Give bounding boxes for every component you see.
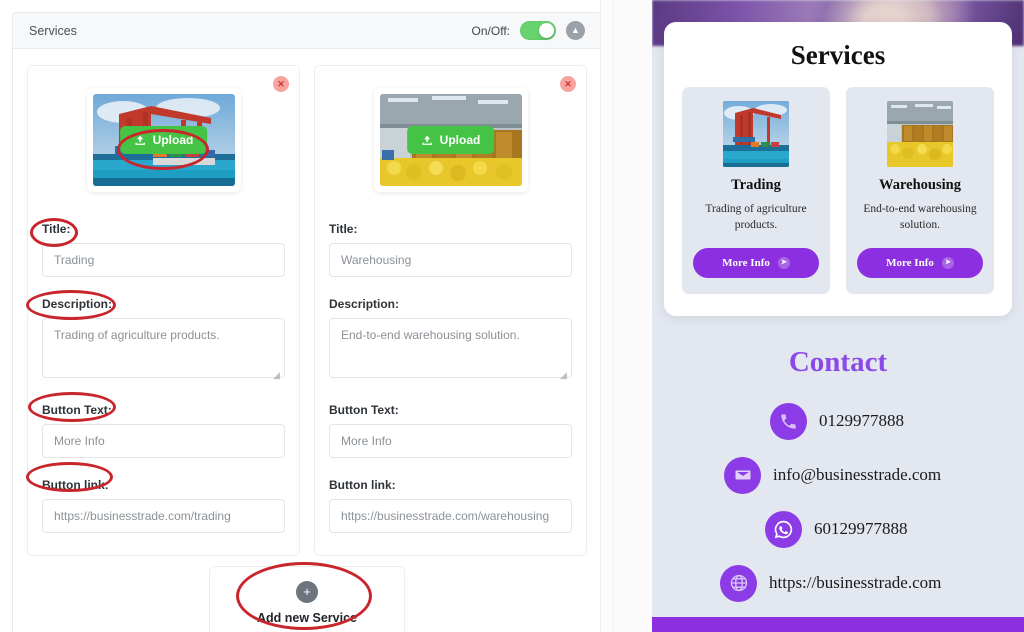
preview-cards-row: Trading Trading of agriculture products.… (682, 87, 994, 294)
description-label: Description: (329, 297, 400, 311)
preview-service-description: Trading of agriculture products. (705, 203, 807, 231)
description-wrapper: ◢ (42, 318, 285, 383)
button-text-label: Button Text: (42, 403, 112, 417)
preview-more-info-label: More Info (722, 256, 770, 269)
section-onoff-toggle[interactable] (520, 21, 556, 40)
button-text-input[interactable] (329, 424, 572, 458)
preview-more-info-button[interactable]: More Info ➤ (693, 247, 819, 278)
preview-service-card: Warehousing End-to-end warehousing solut… (846, 87, 994, 294)
warehouse-image (887, 101, 953, 167)
description-textarea[interactable] (329, 318, 572, 378)
preview-service-name: Trading (731, 177, 781, 193)
upload-button-label: Upload (152, 133, 194, 147)
panel-divider (600, 0, 652, 632)
footer-bar (652, 617, 1024, 632)
description-textarea[interactable] (42, 318, 285, 378)
whatsapp-icon (765, 510, 802, 548)
preview-service-image (887, 101, 953, 167)
contact-list: 0129977888 info@businesstrade.com 601299… (652, 394, 1024, 610)
close-icon[interactable]: ✕ (560, 76, 576, 92)
upload-button-label: Upload (439, 133, 481, 147)
arrow-up-icon[interactable]: ▲ (566, 21, 585, 40)
editor-card: Services On/Off: ▲ ✕ Upload Title: Tradi… (12, 12, 600, 632)
preview-service-description: End-to-end warehousing solution. (863, 203, 977, 231)
upload-icon (134, 135, 145, 145)
contact-value-whatsapp: 60129977888 (814, 519, 908, 538)
arrow-right-icon: ➤ (777, 256, 790, 269)
description-wrapper: ◢ (329, 318, 572, 383)
contact-section-title: Contact (788, 346, 888, 378)
editor-panel-header: Services On/Off: ▲ (13, 13, 600, 49)
upload-button[interactable]: Upload (406, 126, 495, 154)
add-new-service-label: Add new Service (256, 611, 358, 625)
preview-service-name: Warehousing (879, 177, 961, 193)
button-link-input[interactable] (42, 499, 285, 533)
service-card: ✕ (27, 65, 300, 556)
arrow-right-icon: ➤ (941, 256, 954, 269)
button-link-label: Button link: (329, 478, 396, 492)
contact-row-whatsapp[interactable]: 60129977888 (652, 502, 1024, 556)
close-icon[interactable]: ✕ (273, 76, 289, 92)
title-input[interactable] (42, 243, 285, 277)
contact-row-email[interactable]: info@businesstrade.com (652, 448, 1024, 502)
title-input[interactable] (329, 243, 572, 277)
title-label: Title: (329, 222, 358, 236)
contact-value-website: https://businesstrade.com (769, 573, 942, 592)
add-new-service-button[interactable]: + Add new Service (209, 566, 405, 632)
app-screen: Services On/Off: ▲ ✕ Upload Title: Tradi… (0, 0, 1024, 632)
upload-icon (421, 135, 432, 145)
preview-services-section: Services Trading Trading of agriculture … (664, 22, 1012, 316)
contact-row-website[interactable]: https://businesstrade.com (652, 556, 1024, 610)
contact-row-phone[interactable]: 0129977888 (652, 394, 1024, 448)
button-link-input[interactable] (329, 499, 572, 533)
services-editor-panel: Services On/Off: ▲ ✕ Upload Title: Tradi… (0, 0, 600, 632)
toggle-knob (539, 23, 554, 38)
image-upload-area[interactable]: Upload (86, 88, 241, 192)
service-card: ✕ (314, 65, 587, 556)
plus-icon: + (296, 581, 318, 603)
port-crane-image (723, 101, 789, 167)
site-preview-panel: Services Trading Trading of agriculture … (652, 0, 1024, 632)
button-text-label: Button Text: (329, 403, 399, 417)
description-label: Description: (42, 297, 113, 311)
service-cards-row: ✕ Upload Title: Trading Description: Tra… (13, 49, 600, 556)
add-service-row: + Add new Service (13, 556, 600, 632)
button-link-label: Button link: (42, 478, 109, 492)
contact-value-email: info@businesstrade.com (773, 465, 942, 484)
preview-service-card: Trading Trading of agriculture products.… (682, 87, 830, 294)
email-icon (724, 456, 761, 494)
preview-service-image (723, 101, 789, 167)
title-label: Title: (42, 222, 71, 236)
phone-icon (770, 402, 807, 440)
panel-header-controls: On/Off: ▲ (472, 21, 585, 40)
contact-value-phone: 0129977888 (819, 411, 904, 430)
panel-title: Services (29, 23, 77, 38)
upload-button[interactable]: Upload (119, 126, 208, 154)
onoff-label: On/Off: (471, 23, 510, 38)
preview-section-title: Services (790, 40, 886, 70)
button-text-input[interactable] (42, 424, 285, 458)
globe-icon (720, 564, 757, 602)
image-upload-area[interactable]: Upload (373, 88, 528, 192)
preview-more-info-button[interactable]: More Info ➤ (857, 247, 983, 278)
preview-more-info-label: More Info (886, 256, 934, 269)
